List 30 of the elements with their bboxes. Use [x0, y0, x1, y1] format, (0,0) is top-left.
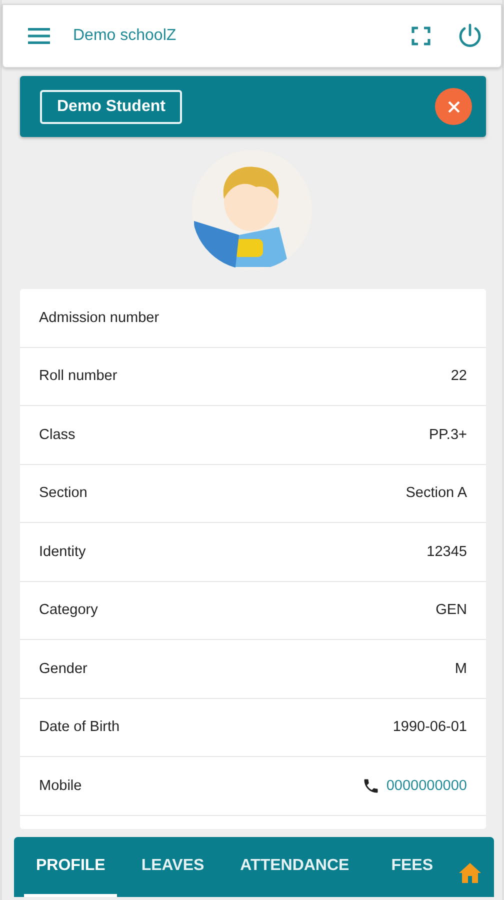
field-label: Admission number: [39, 310, 160, 326]
close-button[interactable]: [435, 88, 472, 125]
field-label: Category: [39, 602, 98, 618]
field-label: Date of Birth: [39, 719, 120, 736]
student-name[interactable]: Demo Student: [40, 90, 182, 124]
phone-icon: [362, 776, 380, 795]
fullscreen-icon[interactable]: [411, 26, 431, 46]
field-label: Class: [39, 426, 76, 443]
tab[interactable]: FEES: [379, 837, 445, 897]
tab[interactable]: LEAVES: [129, 837, 216, 897]
field-value: M: [454, 660, 467, 677]
field-value: 1990-06-01: [392, 719, 467, 736]
home-icon[interactable]: [458, 862, 482, 884]
phone-link[interactable]: 0000000000: [386, 778, 467, 794]
field-label: Identity: [39, 544, 86, 560]
menu-icon[interactable]: [27, 26, 51, 46]
field-value: 22: [450, 368, 467, 384]
field-label: Section: [39, 485, 88, 502]
power-icon[interactable]: [457, 23, 483, 49]
tab[interactable]: ATTENDANCE: [228, 837, 362, 897]
field-value: GEN: [436, 602, 467, 618]
field-label: Gender: [39, 660, 88, 677]
app-title: Demo schoolZ: [73, 27, 178, 45]
field-value: 12345: [426, 544, 467, 560]
tab[interactable]: PROFILE: [24, 837, 118, 897]
close-icon: [446, 100, 460, 114]
field-label: Roll number: [39, 368, 118, 384]
field-label: Mobile: [39, 778, 82, 794]
field-value: Section A: [406, 485, 467, 502]
field-value: PP.3+: [428, 426, 467, 443]
